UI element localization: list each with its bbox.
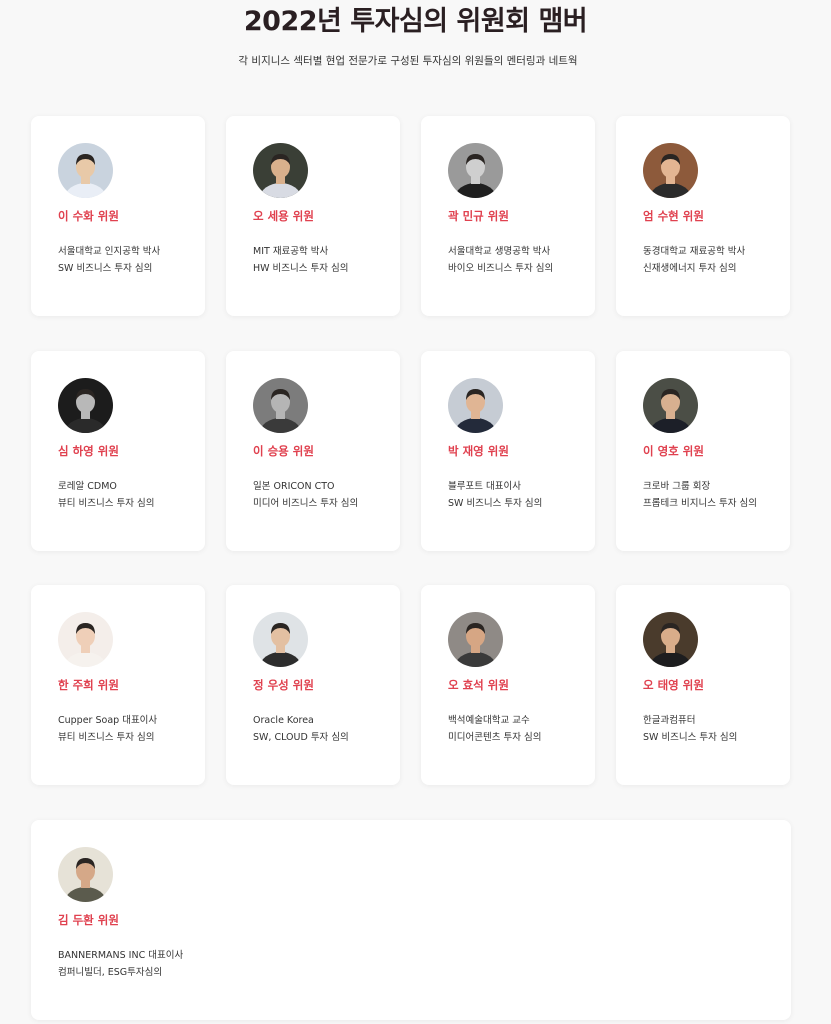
member-photo: [58, 612, 113, 667]
member-role: HW 비즈니스 투자 심의: [253, 263, 349, 274]
member-credential: 동경대학교 재료공학 박사: [643, 246, 746, 257]
member-credential: MIT 재료공학 박사: [253, 246, 329, 257]
member-credential: 서울대학교 생명공학 박사: [448, 246, 551, 257]
member-name: 엄 수현 위원: [643, 209, 704, 223]
member-photo: [253, 378, 308, 433]
portrait-image: [58, 378, 113, 433]
portrait-image: [253, 143, 308, 198]
member-photo: [643, 612, 698, 667]
member-name: 정 우성 위원: [253, 678, 314, 692]
portrait-image: [253, 612, 308, 667]
member-name: 곽 민규 위원: [448, 209, 509, 223]
member-name: 심 하영 위원: [58, 444, 119, 458]
member-card[interactable]: 오 세용 위원 MIT 재료공학 박사 HW 비즈니스 투자 심의: [226, 116, 400, 316]
portrait-image: [58, 612, 113, 667]
member-name: 이 수화 위원: [58, 209, 119, 223]
member-name: 오 태영 위원: [643, 678, 704, 692]
member-credential: 블루포트 대표이사: [448, 481, 521, 492]
member-credential: 일본 ORICON CTO: [253, 481, 335, 492]
member-card[interactable]: 정 우성 위원 Oracle Korea SW, CLOUD 투자 심의: [226, 585, 400, 785]
member-card[interactable]: 한 주희 위원 Cupper Soap 대표이사 뷰티 비즈니스 투자 심의: [31, 585, 205, 785]
member-role: 컴퍼니빌더, ESG투자심의: [58, 967, 163, 978]
member-card[interactable]: 김 두환 위원 BANNERMANS INC 대표이사 컴퍼니빌더, ESG투자…: [31, 820, 791, 1020]
portrait-image: [448, 143, 503, 198]
member-role: 뷰티 비즈니스 투자 심의: [58, 498, 155, 509]
page-subtitle: 각 비지니스 섹터별 현업 전문가로 구성된 투자심의 위원들의 멘터링과 네트…: [238, 55, 578, 67]
portrait-image: [448, 378, 503, 433]
member-photo: [58, 143, 113, 198]
member-photo: [253, 612, 308, 667]
member-card[interactable]: 이 수화 위원 서울대학교 인지공학 박사 SW 비즈니스 투자 심의: [31, 116, 205, 316]
member-credential: 로레알 CDMO: [58, 481, 117, 492]
member-photo: [448, 612, 503, 667]
member-card[interactable]: 오 효석 위원 백석예술대학교 교수 미디어콘텐츠 투자 심의: [421, 585, 595, 785]
member-photo: [58, 378, 113, 433]
portrait-image: [448, 612, 503, 667]
portrait-image: [253, 378, 308, 433]
portrait-image: [643, 378, 698, 433]
member-credential: 백석예술대학교 교수: [448, 715, 530, 726]
member-role: SW, CLOUD 투자 심의: [253, 732, 349, 743]
member-credential: 한글과컴퓨터: [643, 715, 696, 726]
portrait-image: [643, 612, 698, 667]
member-name: 김 두환 위원: [58, 913, 119, 927]
member-card[interactable]: 이 승용 위원 일본 ORICON CTO 미디어 비즈니스 투자 심의: [226, 351, 400, 551]
member-name: 이 승용 위원: [253, 444, 314, 458]
member-name: 이 영호 위원: [643, 444, 704, 458]
member-role: 미디어콘텐츠 투자 심의: [448, 732, 542, 743]
member-card[interactable]: 심 하영 위원 로레알 CDMO 뷰티 비즈니스 투자 심의: [31, 351, 205, 551]
member-role: SW 비즈니스 투자 심의: [643, 732, 738, 743]
member-name: 박 재영 위원: [448, 444, 509, 458]
member-role: SW 비즈니스 투자 심의: [58, 263, 153, 274]
member-name: 오 세용 위원: [253, 209, 314, 223]
portrait-image: [643, 143, 698, 198]
member-card[interactable]: 오 태영 위원 한글과컴퓨터 SW 비즈니스 투자 심의: [616, 585, 790, 785]
member-credential: 서울대학교 인지공학 박사: [58, 246, 161, 257]
member-role: 프롭테크 비지니스 투자 심의: [643, 498, 757, 509]
member-card[interactable]: 곽 민규 위원 서울대학교 생명공학 박사 바이오 비즈니스 투자 심의: [421, 116, 595, 316]
member-credential: 크로바 그룹 회장: [643, 481, 711, 492]
member-role: 바이오 비즈니스 투자 심의: [448, 263, 554, 274]
member-name: 오 효석 위원: [448, 678, 509, 692]
member-photo: [58, 847, 113, 902]
member-card[interactable]: 박 재영 위원 블루포트 대표이사 SW 비즈니스 투자 심의: [421, 351, 595, 551]
member-role: SW 비즈니스 투자 심의: [448, 498, 543, 509]
member-photo: [448, 143, 503, 198]
member-photo: [643, 143, 698, 198]
member-photo: [448, 378, 503, 433]
member-role: 뷰티 비즈니스 투자 심의: [58, 732, 155, 743]
member-credential: Oracle Korea: [253, 715, 314, 726]
member-credential: BANNERMANS INC 대표이사: [58, 950, 184, 961]
member-card[interactable]: 이 영호 위원 크로바 그룹 회장 프롭테크 비지니스 투자 심의: [616, 351, 790, 551]
member-role: 신재생에너지 투자 심의: [643, 263, 737, 274]
page-title: 2022년 투자심의 위원회 맴버: [243, 6, 588, 37]
member-photo: [643, 378, 698, 433]
member-role: 미디어 비즈니스 투자 심의: [253, 498, 359, 509]
member-card[interactable]: 엄 수현 위원 동경대학교 재료공학 박사 신재생에너지 투자 심의: [616, 116, 790, 316]
member-name: 한 주희 위원: [58, 678, 119, 692]
portrait-image: [58, 847, 113, 902]
member-photo: [253, 143, 308, 198]
member-credential: Cupper Soap 대표이사: [58, 715, 158, 726]
portrait-image: [58, 143, 113, 198]
